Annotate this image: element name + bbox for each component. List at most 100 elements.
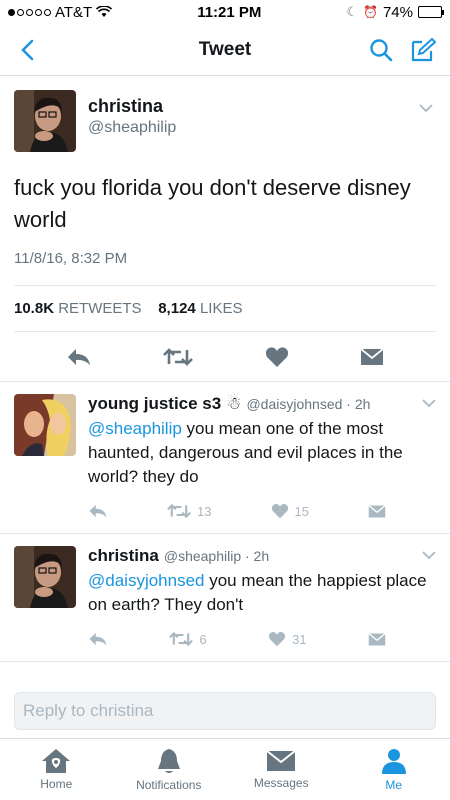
retweet-button[interactable] [163,347,194,367]
display-name[interactable]: christina [88,96,416,117]
reply-tweet[interactable]: christina @sheaphilip · 2h @daisyjohnsed… [0,534,450,662]
status-right: ☾ ⏰ 74% [346,3,444,21]
reply-tweet[interactable]: young justice s3 ☃ @daisyjohnsed · 2h @s… [0,382,450,534]
mention-link[interactable]: @daisyjohnsed [88,571,205,590]
message-button[interactable] [368,632,386,647]
compose-button[interactable] [408,35,438,65]
reply-input[interactable]: Reply to christina [14,692,436,730]
retweet-icon [169,631,194,647]
tweet-menu-button[interactable] [416,98,436,118]
tab-me[interactable]: Me [344,747,444,792]
tweet-actions [0,332,450,382]
message-button[interactable] [360,347,384,367]
retweets-count[interactable]: 10.8K [14,300,54,317]
heart-icon [265,346,288,367]
reply-placeholder: Reply to christina [23,701,154,720]
battery-icon [418,6,444,18]
moon-icon: ☾ [346,4,359,19]
reply-header: christina @sheaphilip · 2h [88,546,436,566]
chevron-down-icon [422,551,436,560]
retweet-button[interactable]: 13 [167,503,211,519]
avatar[interactable] [14,394,76,456]
nav-bar: Tweet [0,24,450,76]
retweet-icon [163,347,194,366]
reply-text: @sheaphilip you mean one of the most hau… [88,417,436,489]
reply-menu-button[interactable] [422,547,436,565]
status-bar: AT&T 11:21 PM ☾ ⏰ 74% [0,0,450,24]
bell-icon [157,749,180,773]
like-count: 31 [292,631,307,647]
handle[interactable]: @sheaphilip [88,119,416,137]
tab-home[interactable]: Home [6,748,106,791]
author-row: christina @sheaphilip [14,90,436,152]
heart-icon [271,504,288,519]
alarm-icon: ⏰ [363,5,378,19]
tweet-timestamp: 11/8/16, 8:32 PM [14,250,436,286]
reply-button[interactable] [88,503,108,519]
handle-time[interactable]: @sheaphilip · 2h [164,548,269,564]
reply-author: young justice s3 ☃ @daisyjohnsed · 2h [88,394,370,414]
tab-label: Me [385,778,403,792]
handle-time[interactable]: @daisyjohnsed · 2h [246,396,370,412]
carrier-label: AT&T [55,3,93,21]
avatar-photo [14,546,76,608]
chevron-left-icon [21,39,34,60]
reply-button[interactable] [66,347,92,367]
reply-body: young justice s3 ☃ @daisyjohnsed · 2h @s… [88,394,436,533]
snowman-emoji: ☃ [226,394,242,413]
reply-author: christina @sheaphilip · 2h [88,546,269,566]
reply-icon [89,504,107,518]
display-name[interactable]: young justice s3 [88,394,221,414]
tab-notifications[interactable]: Notifications [119,747,219,792]
avatar-photo [14,394,76,456]
like-button[interactable] [265,346,289,368]
likes-count[interactable]: 8,124 [158,300,196,317]
avatar[interactable] [14,90,76,152]
reply-actions: 13 15 [88,489,436,533]
envelope-icon [368,632,386,645]
person-icon [381,749,406,774]
reply-icon [67,348,90,365]
home-icon [42,749,71,773]
like-button[interactable]: 31 [268,631,307,647]
reply-composer: Reply to christina [0,692,450,730]
search-icon [370,38,393,61]
avatar[interactable] [14,546,76,608]
mention-link[interactable]: @sheaphilip [88,419,182,438]
battery-percent: 74% [382,3,413,21]
nav-actions [366,35,438,65]
avatar-photo [14,90,76,152]
reply-icon [89,632,107,646]
wifi-icon [96,6,113,17]
engagement-counts: 10.8K RETWEETS 8,124 LIKES [14,286,436,332]
tab-bar: Home Notifications Messages Me [0,738,450,800]
display-name[interactable]: christina [88,546,159,566]
retweet-button[interactable]: 6 [169,631,207,647]
tweet-text: fuck you florida you don't deserve disne… [14,175,411,232]
retweet-count: 13 [197,503,212,519]
reply-menu-button[interactable] [422,395,436,413]
envelope-icon [360,347,384,365]
search-button[interactable] [366,35,396,65]
likes-label[interactable]: LIKES [200,300,243,317]
retweet-icon [167,503,191,519]
like-button[interactable]: 15 [271,503,309,519]
like-count: 15 [294,503,309,519]
tab-messages[interactable]: Messages [231,749,331,790]
chevron-down-icon [419,103,433,112]
back-button[interactable] [12,35,42,65]
clock: 11:21 PM [197,3,262,21]
reply-button[interactable] [88,631,108,647]
message-button[interactable] [368,504,386,519]
envelope-icon [368,504,386,517]
reply-body: christina @sheaphilip · 2h @daisyjohnsed… [88,546,436,661]
reply-actions: 6 31 [88,617,436,661]
author-names: christina @sheaphilip [88,90,416,137]
status-left: AT&T [8,3,113,21]
retweets-label[interactable]: RETWEETS [58,300,141,317]
compose-icon [411,37,436,61]
heart-icon [268,632,286,647]
tab-label: Messages [253,776,309,790]
main-tweet: christina @sheaphilip fuck you florida y… [0,76,450,382]
retweet-count: 6 [199,631,207,647]
